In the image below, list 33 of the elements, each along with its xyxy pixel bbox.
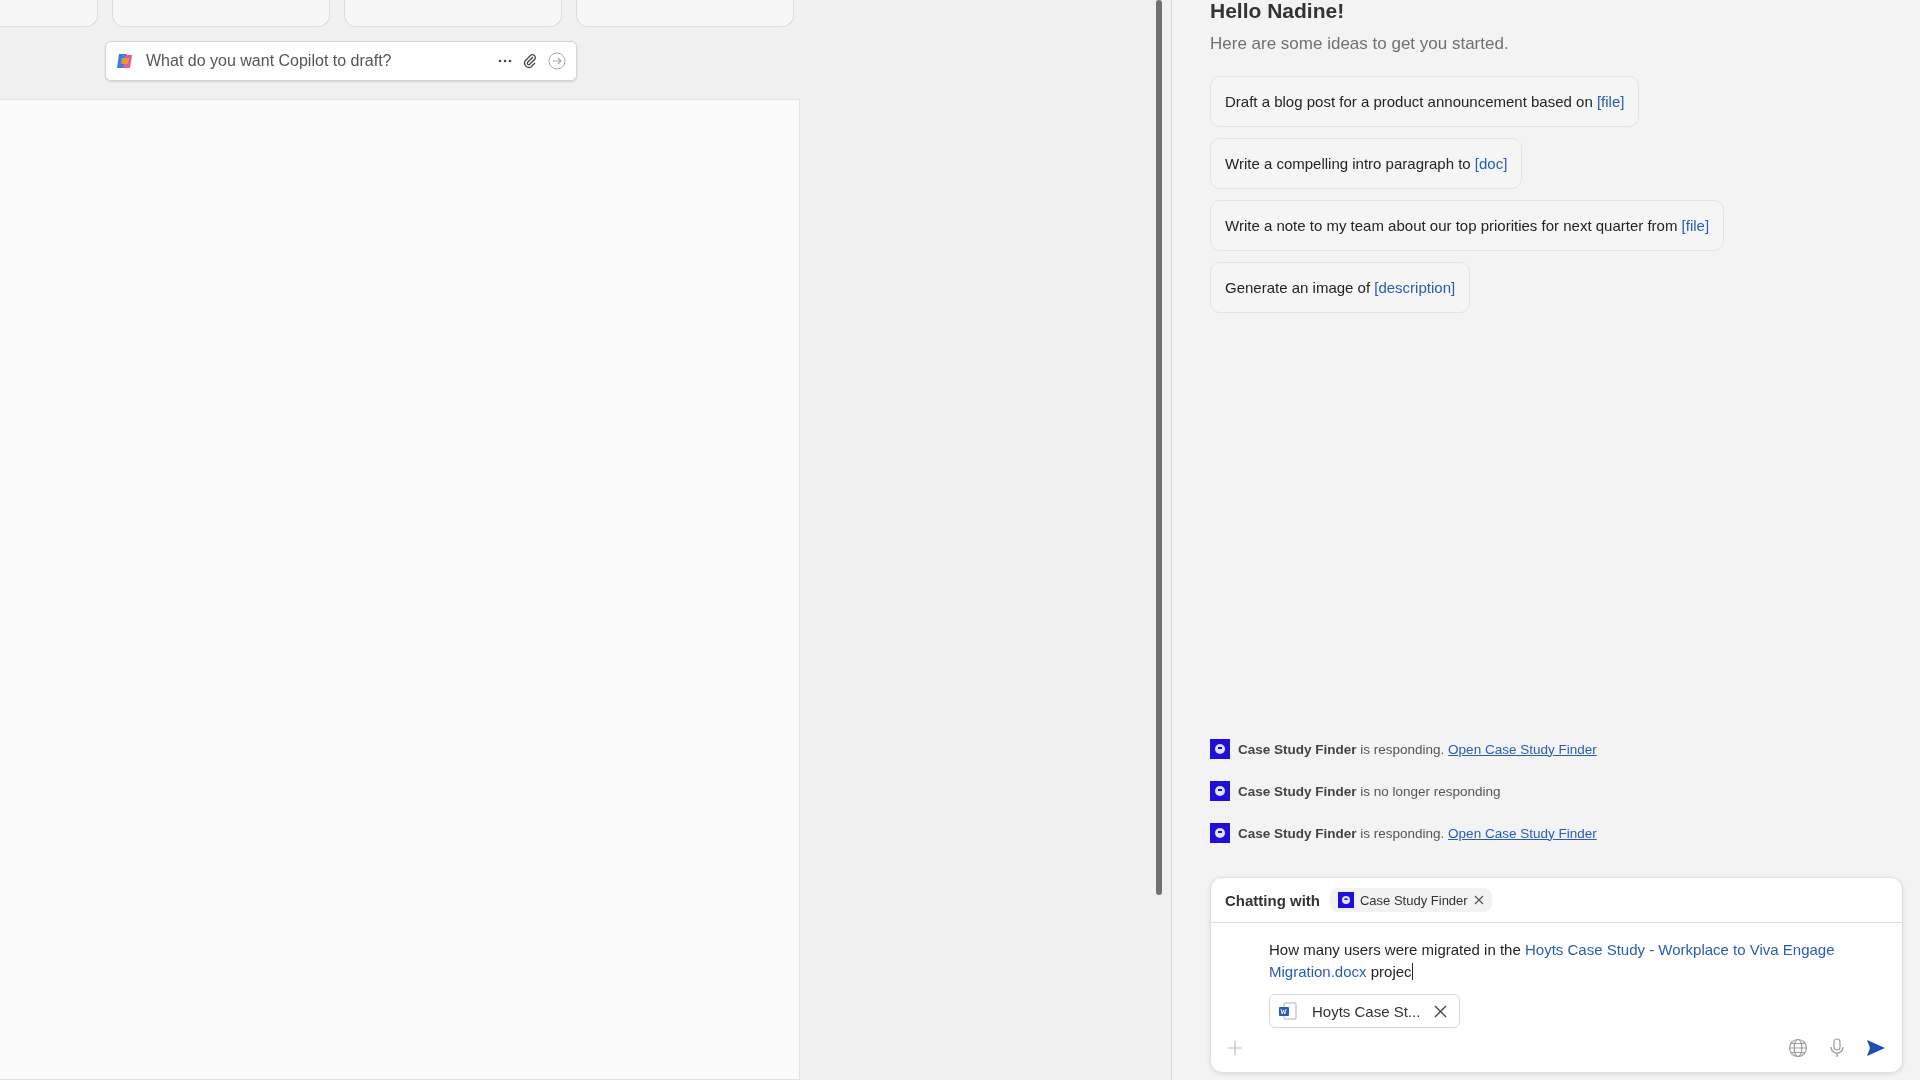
suggestion-chip[interactable]: Write a compelling intro paragraph to [doc] — [1210, 138, 1523, 189]
word-file-icon — [1278, 1001, 1298, 1021]
close-icon[interactable] — [1473, 895, 1484, 905]
agent-icon — [1210, 823, 1230, 843]
suggestion-chip[interactable]: Generate an image of [description] — [1210, 262, 1471, 313]
suggestion-chip[interactable]: Draft a blog post for a product announcement based on [file] — [1210, 76, 1640, 127]
send-icon[interactable] — [1866, 1039, 1886, 1057]
suggestion-chip[interactable]: Write a note to my team about our top priorities for next quarter from [file] — [1210, 200, 1725, 251]
scrollbar-thumb[interactable] — [1156, 0, 1162, 895]
agent-icon — [1210, 781, 1230, 801]
message-input[interactable]: How many users were migrated in the Hoyts Case Study - Workplace to Viva Engage Migration.docx projec — [1269, 939, 1874, 983]
open-agent-link[interactable]: Open Case Study Finder — [1448, 825, 1597, 841]
prompt-bar[interactable]: What do you want Copilot to draft? — [105, 41, 577, 81]
draft-prompt-field[interactable]: What do you want Copilot to draft? — [144, 51, 488, 71]
greeting-title: Hello Nadine! — [1210, 0, 1346, 22]
microphone-icon[interactable] — [1830, 1038, 1844, 1058]
attachment-chip[interactable]: Hoyts Case St... — [1269, 994, 1461, 1028]
agent-icon — [1338, 892, 1354, 908]
globe-icon[interactable] — [1788, 1038, 1808, 1058]
status-message: Case Study Finder is responding. Open Case Study Finder — [1238, 825, 1597, 841]
add-icon[interactable] — [1227, 1040, 1243, 1056]
close-icon[interactable] — [1434, 1004, 1448, 1018]
submit-icon[interactable] — [548, 52, 566, 70]
open-agent-link[interactable]: Open Case Study Finder — [1448, 741, 1597, 757]
status-message: Case Study Finder is responding. Open Case Study Finder — [1238, 741, 1597, 757]
status-message: Case Study Finder is no longer responding — [1238, 783, 1501, 799]
attach-icon[interactable] — [522, 53, 538, 69]
greeting-subtitle: Here are some ideas to get you started. — [1210, 34, 1510, 54]
agent-chip[interactable]: Case Study Finder — [1330, 888, 1492, 912]
more-icon[interactable] — [498, 59, 512, 63]
agent-icon — [1210, 739, 1230, 759]
copilot-logo-icon — [116, 52, 134, 70]
chatting-with-label: Chatting with — [1225, 891, 1320, 909]
